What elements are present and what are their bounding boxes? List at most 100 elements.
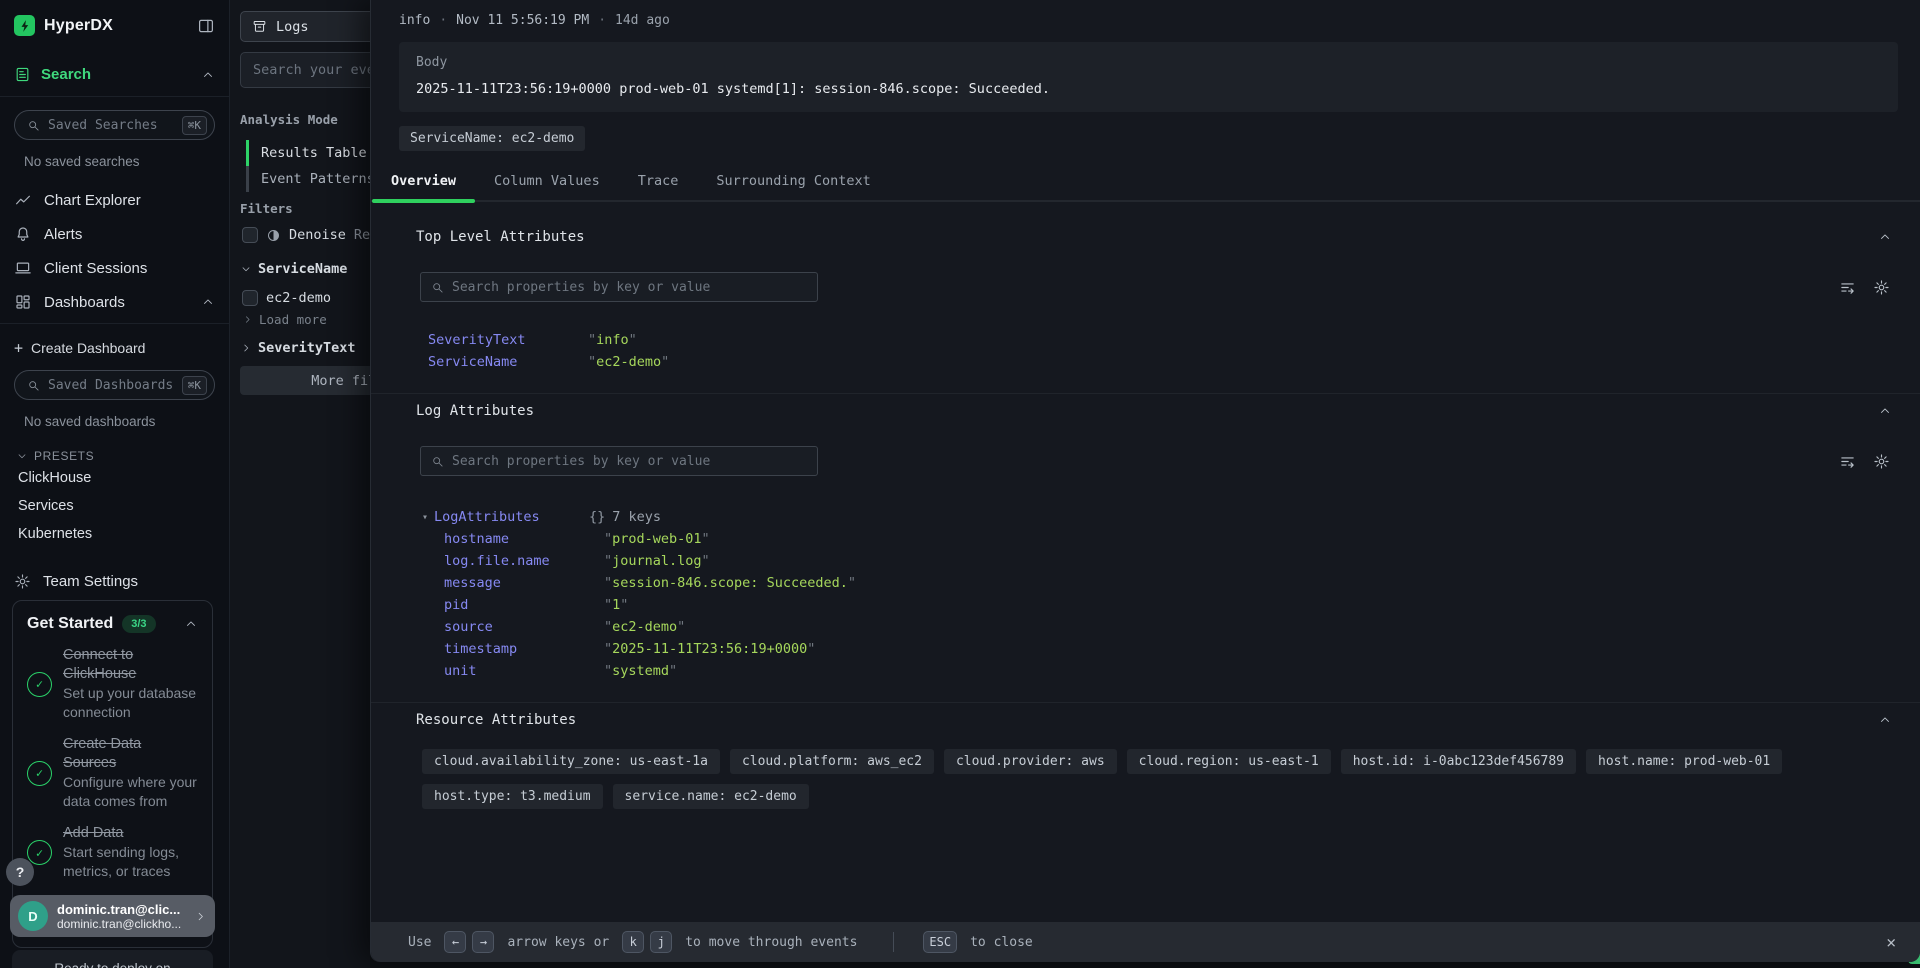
denoise-checkbox[interactable] [242,227,258,243]
resource-chip[interactable]: cloud.platform: aws_ec2 [730,749,934,774]
resource-chip[interactable]: host.type: t3.medium [422,784,603,809]
saved-searches-field[interactable] [48,118,174,133]
check-circle-icon: ✓ [27,672,52,697]
tab-trace[interactable]: Trace [619,164,698,200]
tab-overview[interactable]: Overview [372,164,475,200]
sidebar-item-dashboards[interactable]: Dashboards [0,285,229,319]
attribute-key[interactable]: pid [444,597,604,613]
resource-chip[interactable]: service.name: ec2-demo [613,784,809,809]
chart-icon [14,191,32,209]
properties-search-box[interactable] [420,446,818,476]
attribute-value[interactable]: journal.log [604,553,710,569]
search-icon [431,281,444,294]
attribute-key[interactable]: SeverityText [428,332,588,348]
service-name-tag[interactable]: ServiceName: ec2-demo [399,126,585,151]
attribute-key[interactable]: log.file.name [444,553,604,569]
tab-surrounding-context[interactable]: Surrounding Context [697,164,889,200]
resource-chip[interactable]: host.id: i-0abc123def456789 [1341,749,1576,774]
search-section-label: Search [41,66,91,83]
log-attributes-root-row: ▾ LogAttributes {} 7 keys [422,506,1892,528]
source-selector-button[interactable]: Logs [240,11,370,42]
chevron-up-icon[interactable] [184,617,198,631]
collapse-section-icon[interactable] [1878,713,1892,727]
filter-group-servicename[interactable]: ServiceName [240,261,347,277]
preset-kubernetes[interactable]: Kubernetes [0,521,229,547]
preset-clickhouse[interactable]: ClickHouse [0,465,229,491]
logo-row: HyperDX [0,0,229,36]
wrap-lines-icon[interactable] [1839,453,1856,470]
attribute-key[interactable]: source [444,619,604,635]
collapse-section-icon[interactable] [1878,404,1892,418]
attribute-key[interactable]: unit [444,663,604,679]
wrap-lines-icon[interactable] [1839,279,1856,296]
attribute-value[interactable]: prod-web-01 [604,531,710,547]
tab-column-values[interactable]: Column Values [475,164,619,200]
properties-search-input[interactable] [452,280,807,295]
dashboard-grid-icon [14,293,32,311]
checklist-item[interactable]: ✓ Connect to ClickHouse Set up your data… [27,646,198,722]
user-menu[interactable]: D dominic.tran@clic... dominic.tran@clic… [10,895,215,937]
progress-badge: 3/3 [122,615,155,633]
more-filters-button[interactable]: More filters [240,366,370,395]
event-search-box[interactable] [240,52,370,88]
attribute-value[interactable]: session-846.scope: Succeeded. [604,575,856,591]
attribute-value[interactable]: systemd [604,663,677,679]
sidebar-item-alerts[interactable]: Alerts [0,217,229,251]
presets-toggle[interactable]: PRESETS [16,449,215,463]
filter-group-severitytext[interactable]: SeverityText [240,340,356,356]
filter-option-ec2-demo[interactable]: ec2-demo [242,290,331,306]
attribute-key[interactable]: LogAttributes [434,509,589,525]
saved-searches-input[interactable]: ⌘K [14,110,215,140]
caret-down-icon[interactable]: ▾ [422,512,434,523]
resource-chip[interactable]: cloud.region: us-east-1 [1127,749,1331,774]
mode-event-patterns[interactable]: Event Patterns [246,166,370,192]
denoise-filter-row[interactable]: Denoise Results [242,227,370,243]
logs-source-icon [252,19,267,34]
mode-results-table[interactable]: Results Table [246,140,370,166]
load-more-link[interactable]: Load more [242,312,327,327]
help-button[interactable]: ? [6,858,34,886]
sidebar-item-chart-explorer[interactable]: Chart Explorer [0,183,229,217]
attribute-key[interactable]: hostname [444,531,604,547]
properties-search-box[interactable] [420,272,818,302]
hyperdx-logo-icon [14,15,35,36]
close-icon[interactable]: ✕ [1886,933,1896,952]
attribute-value[interactable]: info [588,332,637,348]
attribute-value[interactable]: 1 [604,597,628,613]
event-search-input[interactable] [253,62,370,78]
preset-services[interactable]: Services [0,493,229,519]
resource-chip[interactable]: host.name: prod-web-01 [1586,749,1782,774]
sidebar-item-client-sessions[interactable]: Client Sessions [0,251,229,285]
attribute-value[interactable]: 2025-11-11T23:56:19+0000 [604,641,815,657]
sidebar-collapse-icon[interactable] [197,17,215,35]
attribute-value[interactable]: ec2-demo [588,354,669,370]
checklist-item[interactable]: ✓ Add Data Start sending logs, metrics, … [27,824,198,881]
checklist-item[interactable]: ✓ Create Data Sources Configure where yo… [27,735,198,811]
saved-dashboards-input[interactable]: ⌘K [14,370,215,400]
attribute-key[interactable]: message [444,575,604,591]
attribute-row: source ec2-demo [444,616,1892,638]
create-dashboard-button[interactable]: + Create Dashboard [0,339,229,357]
resource-chips: cloud.availability_zone: us-east-1a clou… [422,749,1892,809]
shortcut-badge: ⌘K [182,116,207,135]
properties-search-input[interactable] [452,454,807,469]
resource-chip[interactable]: cloud.availability_zone: us-east-1a [422,749,720,774]
user-email: dominic.tran@clickho... [57,917,181,931]
event-meta-row: info · Nov 11 5:56:19 PM · 14d ago [399,13,1892,28]
sidebar-item-search[interactable]: Search [0,66,229,97]
sidebar-item-team-settings[interactable]: Team Settings [0,573,229,590]
resource-chip[interactable]: cloud.provider: aws [944,749,1117,774]
body-label: Body [416,55,1881,70]
chevron-up-icon[interactable] [201,295,215,309]
saved-dashboards-field[interactable] [48,378,174,393]
attribute-value[interactable]: ec2-demo [604,619,685,635]
gear-icon[interactable] [1873,279,1890,296]
attribute-key[interactable]: timestamp [444,641,604,657]
collapse-section-icon[interactable] [1878,230,1892,244]
detail-tabs: Overview Column Values Trace Surrounding… [371,164,1920,202]
gear-icon[interactable] [1873,453,1890,470]
ec2-demo-checkbox[interactable] [242,290,258,306]
attribute-key[interactable]: ServiceName [428,354,588,370]
check-circle-icon: ✓ [27,840,52,865]
chevron-up-icon[interactable] [201,68,215,82]
